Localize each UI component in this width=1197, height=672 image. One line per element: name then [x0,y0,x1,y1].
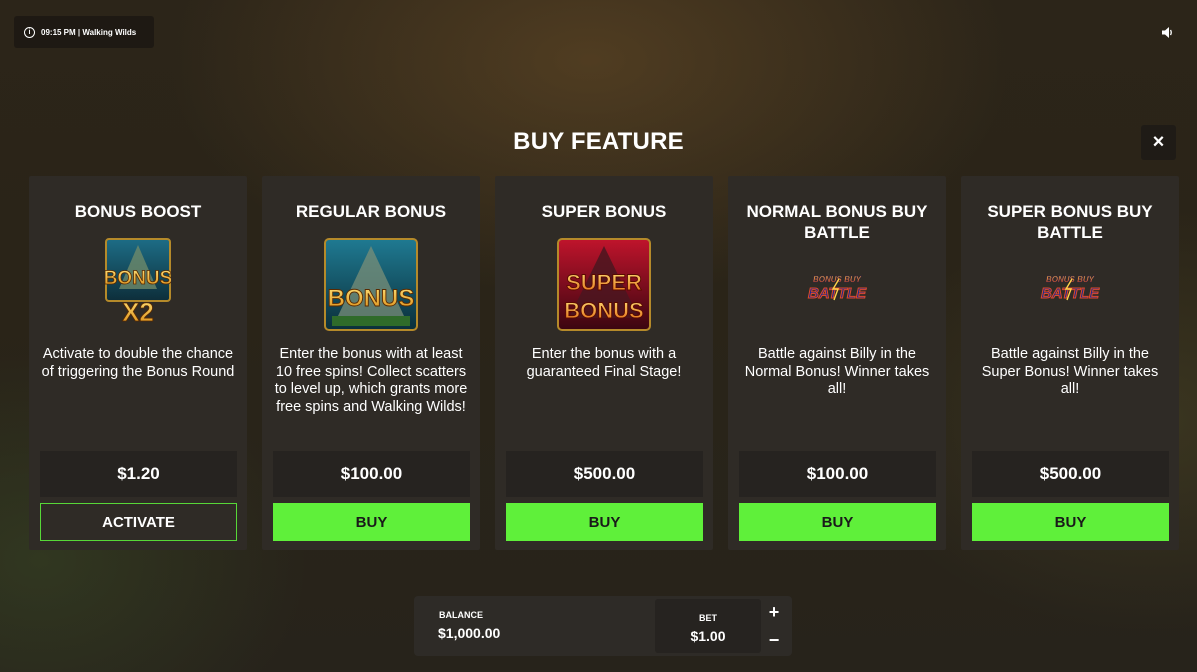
increase-bet-button[interactable]: + [764,601,784,623]
regular-bonus-art: BONUS [324,238,418,331]
bet-value: $1.00 [690,628,726,644]
card-title: SUPER BONUS BUY BATTLE [987,202,1153,242]
bonus-buy-battle-logo: BONUS BUY BATTLE [1040,275,1100,301]
card-description: Battle against Billy in the Normal Bonus… [744,346,930,397]
bonus-buy-battle-logo: BONUS BUY BATTLE [807,275,867,301]
buy-button[interactable]: BUY [739,503,936,541]
close-icon: × [1152,131,1165,153]
sound-toggle-button[interactable] [1151,16,1183,48]
svg-text:BATTLE: BATTLE [808,285,867,301]
info-icon[interactable]: i [24,26,35,38]
game-info-text: 09:15 PM | Walking Wilds [41,27,137,37]
bet-box: BET $1.00 [655,599,761,653]
balance-label: BALANCE [439,610,483,620]
feature-card-super-bonus-buy-battle: SUPER BONUS BUY BATTLE BONUS BUY BATTLE … [961,176,1179,550]
buy-button[interactable]: BUY [506,503,703,541]
bonus-x2-art: BONUS X2 [105,238,171,327]
card-price: $100.00 [273,451,470,497]
svg-text:SUPER: SUPER [566,270,642,295]
card-description: Activate to double the chance of trigger… [41,346,235,380]
bet-label: BET [699,613,717,623]
svg-text:BONUS: BONUS [105,268,171,289]
card-price: $500.00 [972,451,1169,497]
feature-card-normal-bonus-buy-battle: NORMAL BONUS BUY BATTLE BONUS BUY BATTLE… [728,176,946,550]
feature-cards: BONUS BOOST BONUS X2 Activate to double … [29,176,1179,550]
svg-text:BATTLE: BATTLE [1041,285,1100,301]
svg-text:X2: X2 [122,297,154,327]
buy-button[interactable]: BUY [273,503,470,541]
activate-button[interactable]: ACTIVATE [40,503,237,541]
card-price: $500.00 [506,451,703,497]
svg-text:BONUS: BONUS [564,298,643,323]
speaker-icon [1161,26,1172,38]
svg-text:BONUS: BONUS [328,285,415,312]
card-description: Battle against Billy in the Super Bonus!… [981,346,1159,397]
card-price: $100.00 [739,451,936,497]
card-title: REGULAR BONUS [295,202,447,221]
modal-title: BUY FEATURE [513,128,684,155]
buy-button[interactable]: BUY [972,503,1169,541]
super-bonus-art: SUPER BONUS [557,238,651,331]
card-description: Enter the bonus with at least 10 free sp… [274,346,468,415]
balance-value: $1,000.00 [438,625,501,641]
card-title: SUPER BONUS [541,202,667,221]
card-title: BONUS BOOST [74,202,202,221]
feature-card-super-bonus: SUPER BONUS SUPER BONUS Enter the bonus … [495,176,713,550]
decrease-bet-button[interactable]: − [764,629,784,651]
feature-card-bonus-boost: BONUS BOOST BONUS X2 Activate to double … [29,176,247,550]
card-title: NORMAL BONUS BUY BATTLE [746,202,928,242]
game-info-bar[interactable]: i 09:15 PM | Walking Wilds [14,16,154,48]
feature-card-regular-bonus: REGULAR BONUS BONUS Enter the bonus with… [262,176,480,550]
card-description: Enter the bonus with a guaranteed Final … [526,346,682,380]
balance-bet-bar: BALANCE $1,000.00 BET $1.00 + − [414,596,792,656]
card-price: $1.20 [40,451,237,497]
close-button[interactable]: × [1141,125,1176,160]
